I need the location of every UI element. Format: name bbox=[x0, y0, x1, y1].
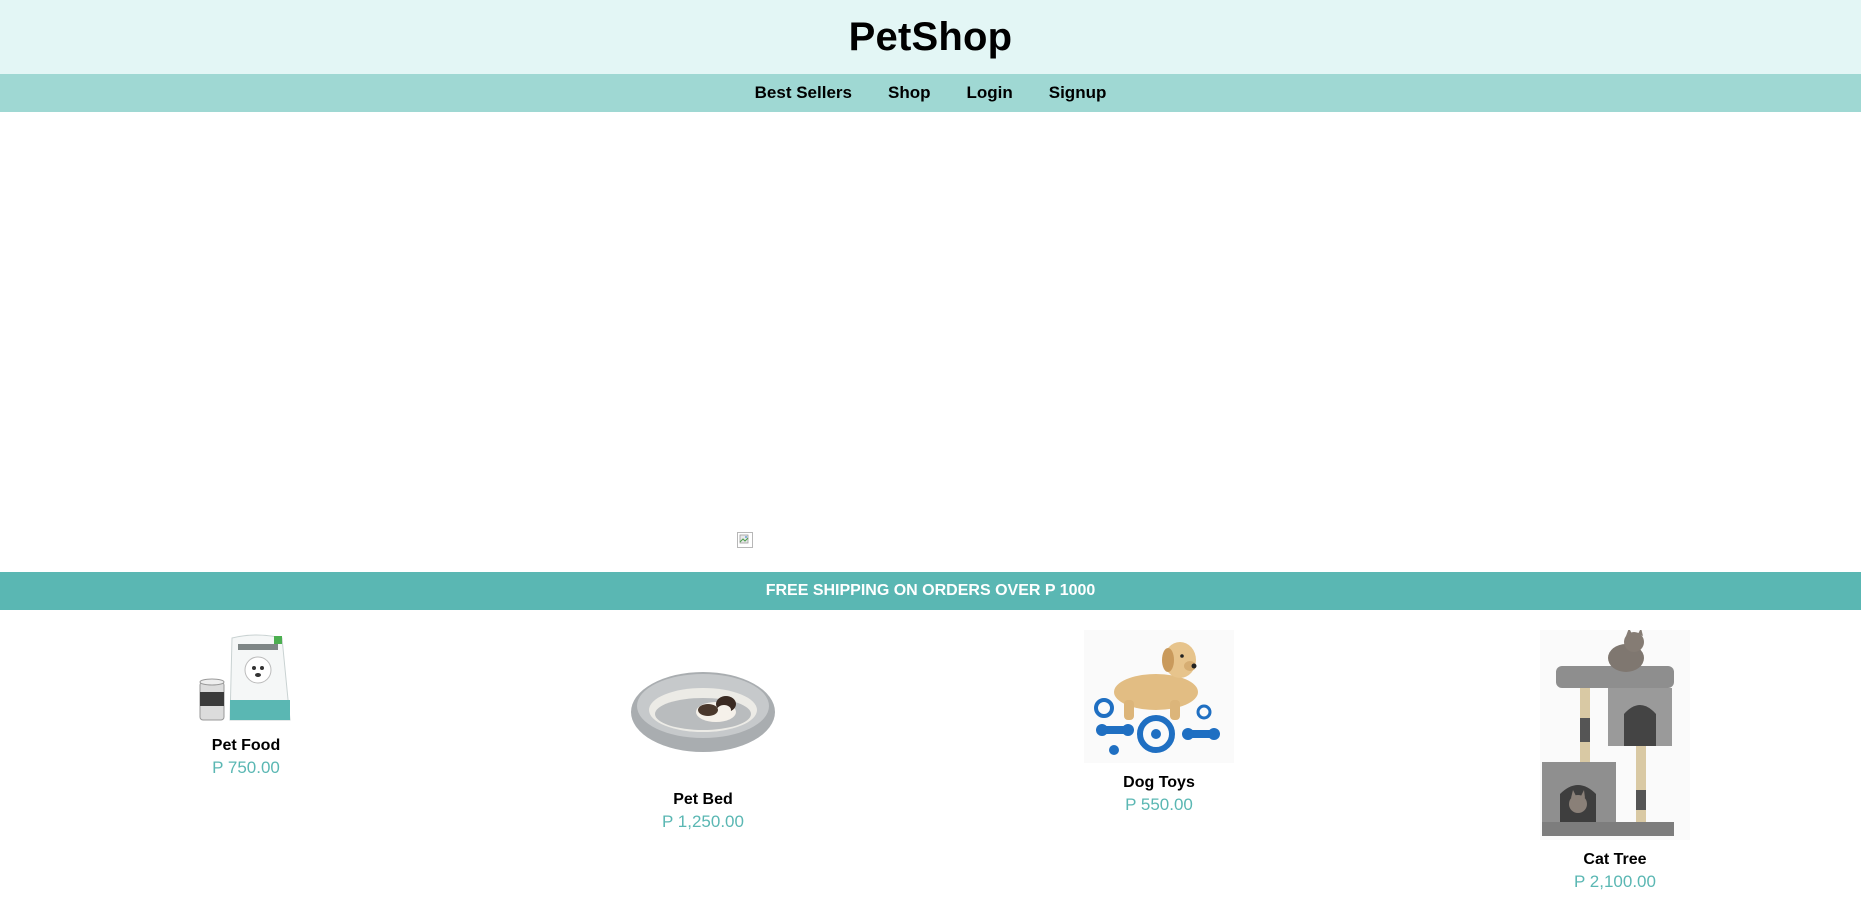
product-name[interactable]: Cat Tree bbox=[1583, 850, 1646, 870]
nav-signup[interactable]: Signup bbox=[1031, 83, 1125, 103]
product-price: P 2,100.00 bbox=[1574, 872, 1656, 891]
product-list: Pet Food P 750.00 Pet Bed P 1,250.00 Dog… bbox=[0, 610, 1861, 920]
main-nav: Best Sellers Shop Login Signup bbox=[0, 74, 1861, 112]
product-name[interactable]: Dog Toys bbox=[1123, 773, 1195, 793]
pet-food-bag-icon[interactable] bbox=[196, 630, 296, 726]
product-name[interactable]: Pet Bed bbox=[673, 790, 733, 810]
product-card-cat-tree[interactable]: Cat Tree P 2,100.00 bbox=[1465, 630, 1765, 894]
cat-tree-icon[interactable] bbox=[1540, 630, 1690, 840]
dog-toys-icon[interactable] bbox=[1084, 630, 1234, 763]
site-header: PetShop bbox=[0, 0, 1861, 74]
site-title: PetShop bbox=[848, 14, 1013, 59]
pet-bed-icon[interactable] bbox=[628, 630, 778, 780]
nav-shop[interactable]: Shop bbox=[870, 83, 949, 103]
nav-login[interactable]: Login bbox=[948, 83, 1030, 103]
product-price: P 750.00 bbox=[212, 758, 280, 777]
product-name[interactable]: Pet Food bbox=[212, 736, 280, 756]
free-shipping-text: FREE SHIPPING ON ORDERS OVER P 1000 bbox=[765, 582, 1096, 599]
product-card-dog-toys[interactable]: Dog Toys P 550.00 bbox=[1009, 630, 1309, 817]
product-card-pet-bed[interactable]: Pet Bed P 1,250.00 bbox=[553, 630, 853, 834]
nav-best-sellers[interactable]: Best Sellers bbox=[737, 83, 870, 103]
product-price: P 1,250.00 bbox=[662, 812, 744, 831]
product-price: P 550.00 bbox=[1125, 795, 1193, 814]
free-shipping-banner: FREE SHIPPING ON ORDERS OVER P 1000 bbox=[0, 572, 1861, 610]
broken-image-icon bbox=[737, 532, 753, 548]
hero-section bbox=[0, 112, 1861, 572]
product-card-pet-food[interactable]: Pet Food P 750.00 bbox=[96, 630, 396, 780]
